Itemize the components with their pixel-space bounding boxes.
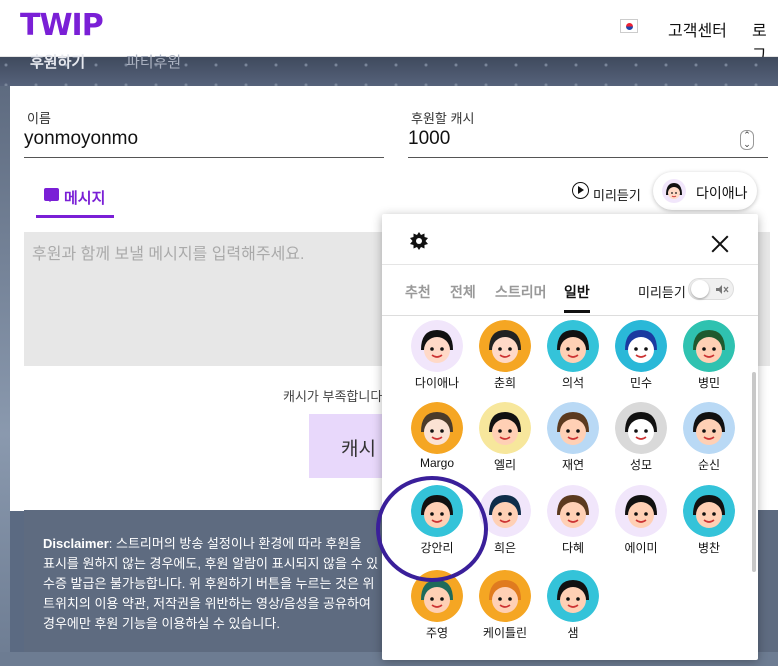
disclaimer-title: Disclaimer — [43, 536, 109, 551]
voice-name: 순신 — [697, 458, 721, 472]
voice-name: 주영 — [425, 626, 449, 640]
voice-grid-scrollbar[interactable] — [752, 372, 756, 572]
preview-toggle[interactable] — [688, 278, 734, 300]
voice-card[interactable]: 다이애나 — [402, 316, 472, 400]
voice-avatar-icon — [411, 320, 463, 372]
voice-card[interactable]: 의석 — [538, 316, 608, 400]
voice-name: 춘희 — [493, 376, 517, 390]
tab-streamer[interactable]: 스트리머 — [495, 282, 547, 302]
voice-picker-popup: 추천 전체 스트리머 일반 미리듣기 다이애나 춘희 의석 민수 병민 Margo 엘리 재연… — [382, 214, 758, 660]
voice-card[interactable]: 병찬 — [674, 481, 744, 565]
tab-all[interactable]: 전체 — [450, 282, 476, 302]
voice-name: 에이미 — [624, 541, 658, 555]
voice-card[interactable]: 에이미 — [606, 481, 676, 565]
preview-toggle-label: 미리듣기 — [638, 285, 686, 300]
voice-name: 다이애나 — [414, 376, 460, 390]
voice-avatar-icon — [662, 179, 686, 203]
voice-card[interactable]: 다혜 — [538, 481, 608, 565]
name-field[interactable]: yonmoyonmo — [24, 122, 384, 158]
cash-shortage-text: 캐시가 부족합니다 — [283, 389, 383, 404]
top-bar: TWIP 고객센터 로그 — [0, 0, 778, 64]
voice-name: 민수 — [629, 376, 653, 390]
play-icon[interactable] — [572, 182, 589, 199]
amount-stepper[interactable]: ⌃ ⌄ — [740, 130, 754, 150]
voice-avatar-icon — [683, 402, 735, 454]
voice-name: 성모 — [629, 458, 653, 472]
voice-card[interactable]: 민수 — [606, 316, 676, 400]
amount-field[interactable]: 1000 — [408, 122, 768, 158]
disclaimer: Disclaimer: 스트리머의 방송 설정이나 환경에 따라 후원을 표시를… — [24, 510, 384, 652]
close-icon[interactable] — [710, 234, 730, 254]
disclaimer-line-2: 표시를 원하지 않는 경우에도, 후원 알람이 표시되지 않을 수 있 — [43, 556, 379, 571]
message-icon — [44, 188, 59, 202]
voice-avatar-icon — [547, 402, 599, 454]
voice-avatar-icon — [479, 570, 531, 622]
settings-gear-icon[interactable] — [409, 231, 429, 251]
disclaimer-line-1: Disclaimer: 스트리머의 방송 설정이나 환경에 따라 후원을 — [43, 536, 362, 551]
voice-select-button[interactable]: 다이애나 — [653, 172, 757, 210]
voice-select-label: 다이애나 — [696, 185, 748, 201]
voice-card[interactable]: 순신 — [674, 398, 744, 482]
voice-name: 재연 — [561, 458, 585, 472]
voice-avatar-icon — [547, 570, 599, 622]
mute-icon — [716, 285, 729, 294]
korea-flag-icon[interactable] — [620, 19, 638, 33]
voice-name: Margo — [419, 456, 454, 470]
voice-card[interactable]: 성모 — [606, 398, 676, 482]
voice-avatar-icon — [547, 485, 599, 537]
voice-avatar-icon — [683, 485, 735, 537]
voice-name: 의석 — [561, 376, 585, 390]
tab-recommended[interactable]: 추천 — [405, 282, 431, 302]
voice-card[interactable]: 샘 — [538, 566, 608, 650]
voice-name: 샘 — [567, 626, 579, 640]
voice-avatar-icon — [615, 320, 667, 372]
voice-card[interactable]: 엘리 — [470, 398, 540, 482]
voice-card[interactable]: 춘희 — [470, 316, 540, 400]
voice-avatar-icon — [479, 320, 531, 372]
voice-name: 엘리 — [493, 458, 517, 472]
disclaimer-line-4: 트위치의 이용 약관, 저작권을 위반하는 영상/음성을 공유하여 — [43, 596, 371, 611]
voice-avatar-icon — [615, 402, 667, 454]
voice-card[interactable]: 재연 — [538, 398, 608, 482]
donation-type-band: 후원하기 파티후원 — [0, 54, 778, 86]
background-left — [0, 86, 10, 666]
twip-logo[interactable]: TWIP — [20, 8, 104, 43]
voice-card[interactable]: Margo — [402, 398, 472, 482]
voice-avatar-icon — [683, 320, 735, 372]
toggle-knob — [691, 280, 709, 298]
voice-name: 다혜 — [561, 541, 585, 555]
voice-name: 병찬 — [697, 541, 721, 555]
preview-button[interactable]: 미리듣기 — [593, 185, 641, 204]
disclaimer-line-5: 경우에만 후원 기능을 이용하실 수 있습니다. — [43, 616, 280, 631]
tab-donate[interactable]: 후원하기 — [30, 51, 85, 72]
voice-card[interactable]: 케이틀린 — [470, 566, 540, 650]
disclaimer-line-3: 수증 발급은 불가능합니다. 위 후원하기 버튼을 누르는 것은 위 — [43, 576, 375, 591]
popup-divider — [382, 264, 758, 265]
voice-name: 케이틀린 — [482, 626, 528, 640]
voice-card[interactable]: 병민 — [674, 316, 744, 400]
voice-avatar-icon — [479, 402, 531, 454]
voice-avatar-icon — [547, 320, 599, 372]
voice-avatar-icon — [615, 485, 667, 537]
tab-message[interactable]: 메시지 — [36, 180, 114, 218]
nav-support-link[interactable]: 고객센터 — [668, 17, 727, 41]
highlight-circle — [376, 476, 488, 582]
tab-party-donate[interactable]: 파티후원 — [126, 51, 181, 72]
tab-message-label: 메시지 — [64, 190, 106, 207]
background-right — [755, 510, 778, 666]
voice-avatar-icon — [411, 402, 463, 454]
tab-general[interactable]: 일반 — [564, 282, 590, 313]
voice-name: 병민 — [697, 376, 721, 390]
